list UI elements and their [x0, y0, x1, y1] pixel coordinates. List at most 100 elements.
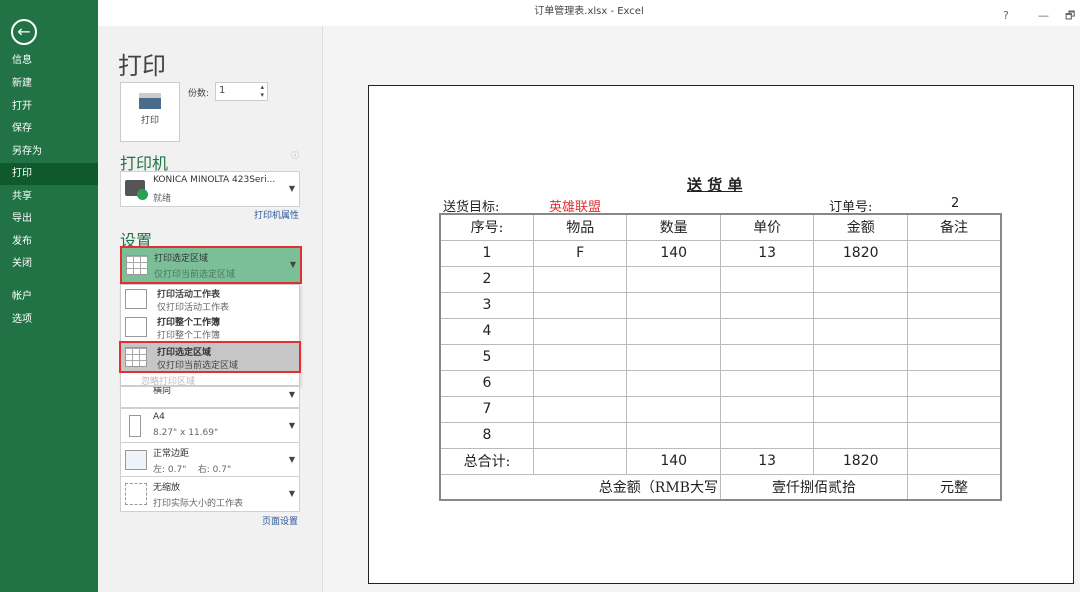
- total-cell: [907, 447, 1002, 475]
- nav-account[interactable]: 帐户: [0, 286, 98, 308]
- sheet-icon: [125, 289, 147, 309]
- chevron-down-icon: ▼: [288, 489, 295, 498]
- document-title: 送 货 单: [687, 176, 743, 194]
- nav-print[interactable]: 打印: [0, 163, 98, 185]
- scaling-desc: 打印实际大小的工作表: [153, 499, 244, 509]
- margins-dropdown[interactable]: 正常边距 左: 0.7" 右: 0.7" ▼: [120, 442, 300, 478]
- copies-label: 份数:: [188, 89, 210, 99]
- table-cell: [719, 369, 815, 397]
- header-cell: 备注: [907, 213, 1002, 241]
- table-cell: 6: [439, 369, 534, 397]
- table-cell: [813, 395, 909, 423]
- menu-item-title: 打印活动工作表: [157, 290, 221, 300]
- scaling-icon: [125, 483, 147, 505]
- table-row: 5: [439, 343, 1002, 371]
- printer-properties-link[interactable]: 打印机属性: [254, 208, 299, 221]
- table-header-row: 序号: 物品 数量 单价 金额 备注: [439, 213, 1002, 241]
- menu-item-title: 打印整个工作簿: [157, 318, 221, 328]
- nav-publish[interactable]: 发布: [0, 231, 98, 253]
- table-cell: 1: [439, 239, 534, 267]
- nav-close[interactable]: 关闭: [0, 253, 98, 275]
- orientation-dropdown[interactable]: 横向 ▼: [120, 386, 300, 408]
- table-cell: [907, 239, 1002, 267]
- header-cell: 单价: [719, 213, 815, 241]
- header-cell: 物品: [532, 213, 628, 241]
- chevron-down-icon: ▼: [288, 390, 295, 399]
- scaling-dropdown[interactable]: 无缩放 打印实际大小的工作表 ▼: [120, 476, 300, 512]
- print-button[interactable]: 打印: [120, 82, 180, 142]
- total-cell: 总合计:: [439, 447, 534, 475]
- table-cell: [813, 317, 909, 345]
- nav-options[interactable]: 选项: [0, 309, 98, 331]
- table-cell: [626, 421, 721, 449]
- margins-icon: [125, 450, 147, 470]
- total-cell: 140: [626, 447, 721, 475]
- help-button[interactable]: ?: [1003, 4, 1009, 28]
- nav-share[interactable]: 共享: [0, 186, 98, 208]
- table-cell: [626, 395, 721, 423]
- table-cell: [626, 317, 721, 345]
- title-bar: 订单管理表.xlsx - Excel ? — 🗗: [98, 0, 1080, 26]
- table-cell: 7: [439, 395, 534, 423]
- delivery-table: 序号: 物品 数量 单价 金额 备注 1 F 140 13 1820 2 3 4 5 6 7 8 总合…: [439, 213, 1002, 501]
- menu-item-active-sheets[interactable]: 打印活动工作表 仅打印活动工作表: [121, 285, 299, 313]
- print-preview-area: 送 货 单 送货目标: 英雄联盟 订单号: 2 序号: 物品 数量 单价 金额 …: [322, 26, 1080, 592]
- table-cell: [532, 291, 628, 319]
- copies-value: 1: [219, 85, 226, 96]
- table-row: 2: [439, 265, 1002, 293]
- workbook-icon: [125, 317, 147, 337]
- table-cell: [907, 369, 1002, 397]
- printer-icon: [125, 180, 148, 200]
- chevron-down-icon: ▼: [288, 184, 295, 193]
- nav-open[interactable]: 打开: [0, 96, 98, 118]
- printer-status: 就绪: [153, 194, 172, 204]
- chevron-down-icon: ▼: [288, 421, 295, 430]
- total-row: 总合计: 140 13 1820: [439, 447, 1002, 475]
- paper-title: A4: [153, 412, 165, 422]
- table-cell: 3: [439, 291, 534, 319]
- table-cell: [626, 369, 721, 397]
- order-value: 2: [951, 196, 960, 211]
- menu-item-selection[interactable]: 打印选定区域 仅打印当前选定区域: [119, 341, 301, 373]
- amount-unit: 元整: [907, 473, 1002, 501]
- table-cell: [532, 343, 628, 371]
- copies-input[interactable]: 1 ▴ ▾: [215, 82, 268, 101]
- table-row: 3: [439, 291, 1002, 319]
- restore-button[interactable]: 🗗: [1065, 4, 1075, 28]
- amount-label: 总金额（RMB大写: [439, 473, 721, 501]
- minimize-button[interactable]: —: [1038, 4, 1049, 28]
- page-setup-link[interactable]: 页面设置: [262, 514, 298, 527]
- header-cell: 序号:: [439, 213, 534, 241]
- nav-info[interactable]: 信息: [0, 50, 98, 72]
- nav-save-as[interactable]: 另存为: [0, 141, 98, 163]
- menu-item-entire-workbook[interactable]: 打印整个工作簿 打印整个工作簿: [121, 313, 299, 341]
- print-what-menu: 打印活动工作表 仅打印活动工作表 打印整个工作簿 打印整个工作簿 打印选定区域 …: [119, 284, 301, 387]
- table-cell: [532, 421, 628, 449]
- menu-item-desc: 仅打印当前选定区域: [157, 361, 239, 371]
- table-cell: [907, 265, 1002, 293]
- table-cell: [907, 317, 1002, 345]
- nav-export[interactable]: 导出: [0, 208, 98, 230]
- table-cell: 140: [626, 239, 721, 267]
- paper-size-dropdown[interactable]: A4 8.27" x 11.69" ▼: [120, 408, 300, 444]
- table-row: 1 F 140 13 1820: [439, 239, 1002, 267]
- scaling-title: 无缩放: [153, 483, 181, 493]
- menu-item-desc: 仅打印活动工作表: [157, 303, 230, 313]
- orientation-value: 横向: [153, 386, 172, 396]
- info-icon[interactable]: ⓘ: [291, 150, 299, 161]
- back-arrow-icon[interactable]: ←: [11, 19, 37, 45]
- margins-title: 正常边距: [153, 449, 190, 459]
- header-cell: 数量: [626, 213, 721, 241]
- table-cell: [907, 421, 1002, 449]
- table-cell: [719, 291, 815, 319]
- backstage-sidebar: ← 信息 新建 打开 保存 另存为 打印 共享 导出 发布 关闭 帐户 选项: [0, 0, 98, 592]
- table-cell: [532, 395, 628, 423]
- nav-save[interactable]: 保存: [0, 118, 98, 140]
- table-cell: [719, 421, 815, 449]
- paper-desc: 8.27" x 11.69": [153, 428, 219, 438]
- printer-dropdown[interactable]: KONICA MINOLTA 423Seri... 就绪 ▼: [120, 171, 300, 207]
- print-what-dropdown[interactable]: 打印选定区域 仅打印当前选定区域 ▼: [120, 246, 302, 284]
- nav-new[interactable]: 新建: [0, 73, 98, 95]
- copies-spinner[interactable]: ▴ ▾: [260, 83, 264, 99]
- chevron-down-icon: ▼: [289, 260, 296, 269]
